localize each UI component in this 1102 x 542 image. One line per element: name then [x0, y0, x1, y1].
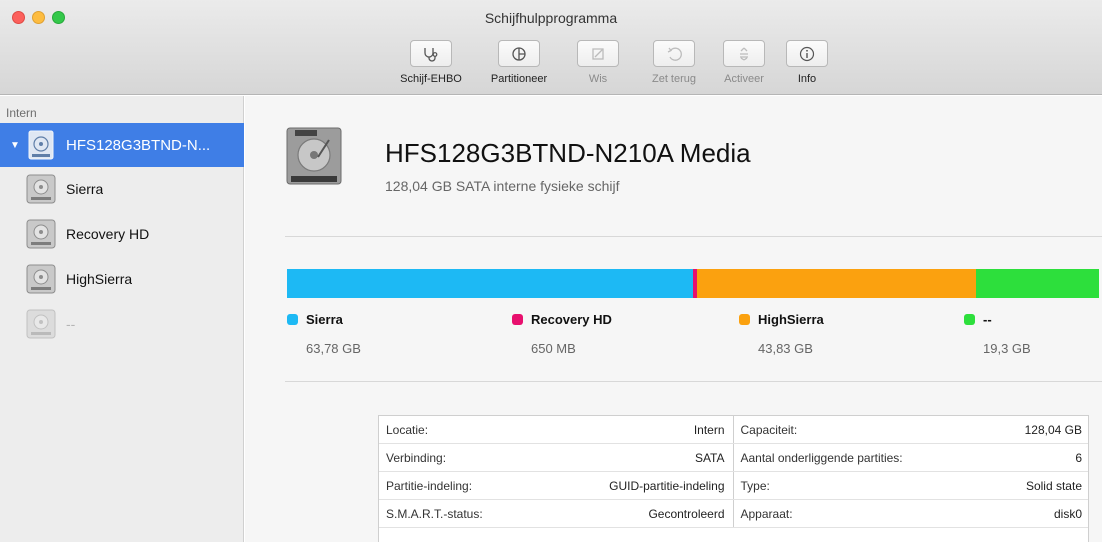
info-value: SATA: [694, 450, 725, 465]
sidebar-item-label: --: [66, 316, 76, 332]
partition-name: Sierra: [306, 312, 343, 327]
partition-size: 650 MB: [531, 341, 576, 356]
info-icon: [799, 46, 815, 61]
info-value: disk0: [1053, 506, 1082, 521]
info-cell: S.M.A.R.T.-status: Gecontroleerd: [379, 500, 734, 527]
info-cell: Type: Solid state: [734, 472, 1089, 499]
volume-icon: [26, 309, 56, 339]
detail-pane: HFS128G3BTND-N210A Media 128,04 GB SATA …: [245, 96, 1102, 542]
sidebar-item-volume[interactable]: HighSierra: [0, 257, 244, 301]
info-key: Capaciteit:: [740, 422, 798, 437]
info-cell: Locatie: Intern: [379, 416, 734, 443]
sidebar-item-label: HFS128G3BTND-N...: [66, 136, 211, 154]
sidebar-item-label: Sierra: [66, 181, 104, 197]
sidebar-item-physical-disk[interactable]: ▼ HFS128G3BTND-N...: [0, 123, 244, 167]
divider: [285, 236, 1102, 237]
divider: [285, 381, 1102, 382]
partition-label: Partitioneer: [490, 73, 548, 85]
partition-size: 43,83 GB: [758, 341, 813, 356]
partition-button[interactable]: Partitioneer: [483, 40, 555, 85]
sidebar-section-header: Intern: [6, 106, 37, 120]
first-aid-button[interactable]: Schijf-EHBO: [395, 40, 467, 85]
sidebar-item-label: Recovery HD: [66, 226, 150, 242]
color-dot: [739, 314, 750, 325]
usage-segment-sierra: [287, 269, 693, 298]
partition-name: HighSierra: [758, 312, 824, 327]
erase-label: Wis: [588, 73, 608, 85]
volume-icon: [26, 174, 56, 204]
info-cell: Partitie-indeling: GUID-partitie-indeling: [379, 472, 734, 499]
info-key: Verbinding:: [386, 450, 447, 465]
partition-name: Recovery HD: [531, 312, 612, 327]
sidebar-item-volume[interactable]: Sierra: [0, 167, 244, 211]
color-dot: [287, 314, 298, 325]
hard-disk-icon: [286, 127, 342, 185]
disk-description: 128,04 GB SATA interne fysieke schijf: [385, 178, 620, 194]
disk-name: HFS128G3BTND-N210A Media: [385, 138, 751, 168]
partition-size: 63,78 GB: [306, 341, 361, 356]
info-cell: Capaciteit: 128,04 GB: [734, 416, 1089, 443]
usage-segment-highsierra: [697, 269, 977, 298]
info-value: 128,04 GB: [1024, 422, 1082, 437]
info-row: Verbinding: SATA Aantal onderliggende par…: [379, 444, 1088, 472]
info-cell: Aantal onderliggende partities: 6: [734, 444, 1089, 471]
restore-button[interactable]: Zet terug: [638, 40, 710, 85]
info-key: Locatie:: [386, 422, 429, 437]
mount-button[interactable]: Activeer: [708, 40, 780, 85]
mount-label: Activeer: [724, 73, 764, 85]
info-label: Info: [797, 73, 817, 85]
info-key: Partitie-indeling:: [386, 478, 473, 493]
disclosure-triangle-icon[interactable]: ▼: [10, 140, 24, 151]
mount-button-box[interactable]: [723, 40, 765, 67]
info-key: Type:: [740, 478, 770, 493]
sidebar-item-label: HighSierra: [66, 271, 133, 287]
stethoscope-icon: [424, 47, 438, 62]
info-row: Locatie: Intern Capaciteit: 128,04 GB: [379, 416, 1088, 444]
restore-label: Zet terug: [651, 73, 697, 85]
restore-icon: [667, 47, 682, 61]
info-button[interactable]: Info: [771, 40, 843, 85]
partition-usage-bar: [287, 269, 1102, 298]
legend-item: -- 19,3 GB: [964, 311, 1102, 356]
window-titlebar: Schijfhulpprogramma Schijf-EHBO Partitio…: [0, 0, 1102, 95]
sidebar-item-volume[interactable]: --: [0, 302, 244, 346]
erase-button-box[interactable]: [577, 40, 619, 67]
pie-partition-icon: [512, 46, 526, 61]
info-value: Gecontroleerd: [648, 506, 725, 521]
volume-icon: [26, 219, 56, 249]
window-title: Schijfhulpprogramma: [484, 10, 618, 26]
hard-disk-icon: [28, 130, 54, 160]
erase-button[interactable]: Wis: [562, 40, 634, 85]
color-dot: [512, 314, 523, 325]
info-row: Partitie-indeling: GUID-partitie-indeling…: [379, 472, 1088, 500]
legend-item: HighSierra 43,83 GB: [739, 311, 939, 356]
info-value: GUID-partitie-indeling: [609, 478, 725, 493]
info-row: S.M.A.R.T.-status: Gecontroleerd Apparaat…: [379, 500, 1088, 528]
info-cell: Verbinding: SATA: [379, 444, 734, 471]
first-aid-button-box[interactable]: [410, 40, 452, 67]
mount-icon: [740, 47, 748, 61]
legend-item: Sierra 63,78 GB: [287, 311, 487, 356]
partition-size: 19,3 GB: [983, 341, 1031, 356]
info-key: Aantal onderliggende partities:: [740, 450, 903, 465]
sidebar-item-volume[interactable]: Recovery HD: [0, 212, 244, 256]
disk-info-table: Locatie: Intern Capaciteit: 128,04 GB Verb…: [378, 415, 1089, 542]
erase-icon: [592, 47, 604, 60]
partition-name: --: [983, 312, 992, 327]
sidebar: Intern ▼ HFS128G3BTND-N... Sierra Recove…: [0, 96, 244, 542]
info-value: 6: [1075, 450, 1082, 465]
color-dot: [964, 314, 975, 325]
info-key: Apparaat:: [740, 506, 793, 521]
info-button-box[interactable]: [786, 40, 828, 67]
info-value: Solid state: [1025, 478, 1082, 493]
volume-icon: [26, 264, 56, 294]
info-value: Intern: [693, 422, 725, 437]
partition-button-box[interactable]: [498, 40, 540, 67]
legend-item: Recovery HD 650 MB: [512, 311, 712, 356]
restore-button-box[interactable]: [653, 40, 695, 67]
info-cell: Apparaat: disk0: [734, 500, 1089, 527]
info-key: S.M.A.R.T.-status:: [386, 506, 483, 521]
usage-segment-unnamed: [976, 269, 1099, 298]
first-aid-label: Schijf-EHBO: [400, 73, 462, 85]
